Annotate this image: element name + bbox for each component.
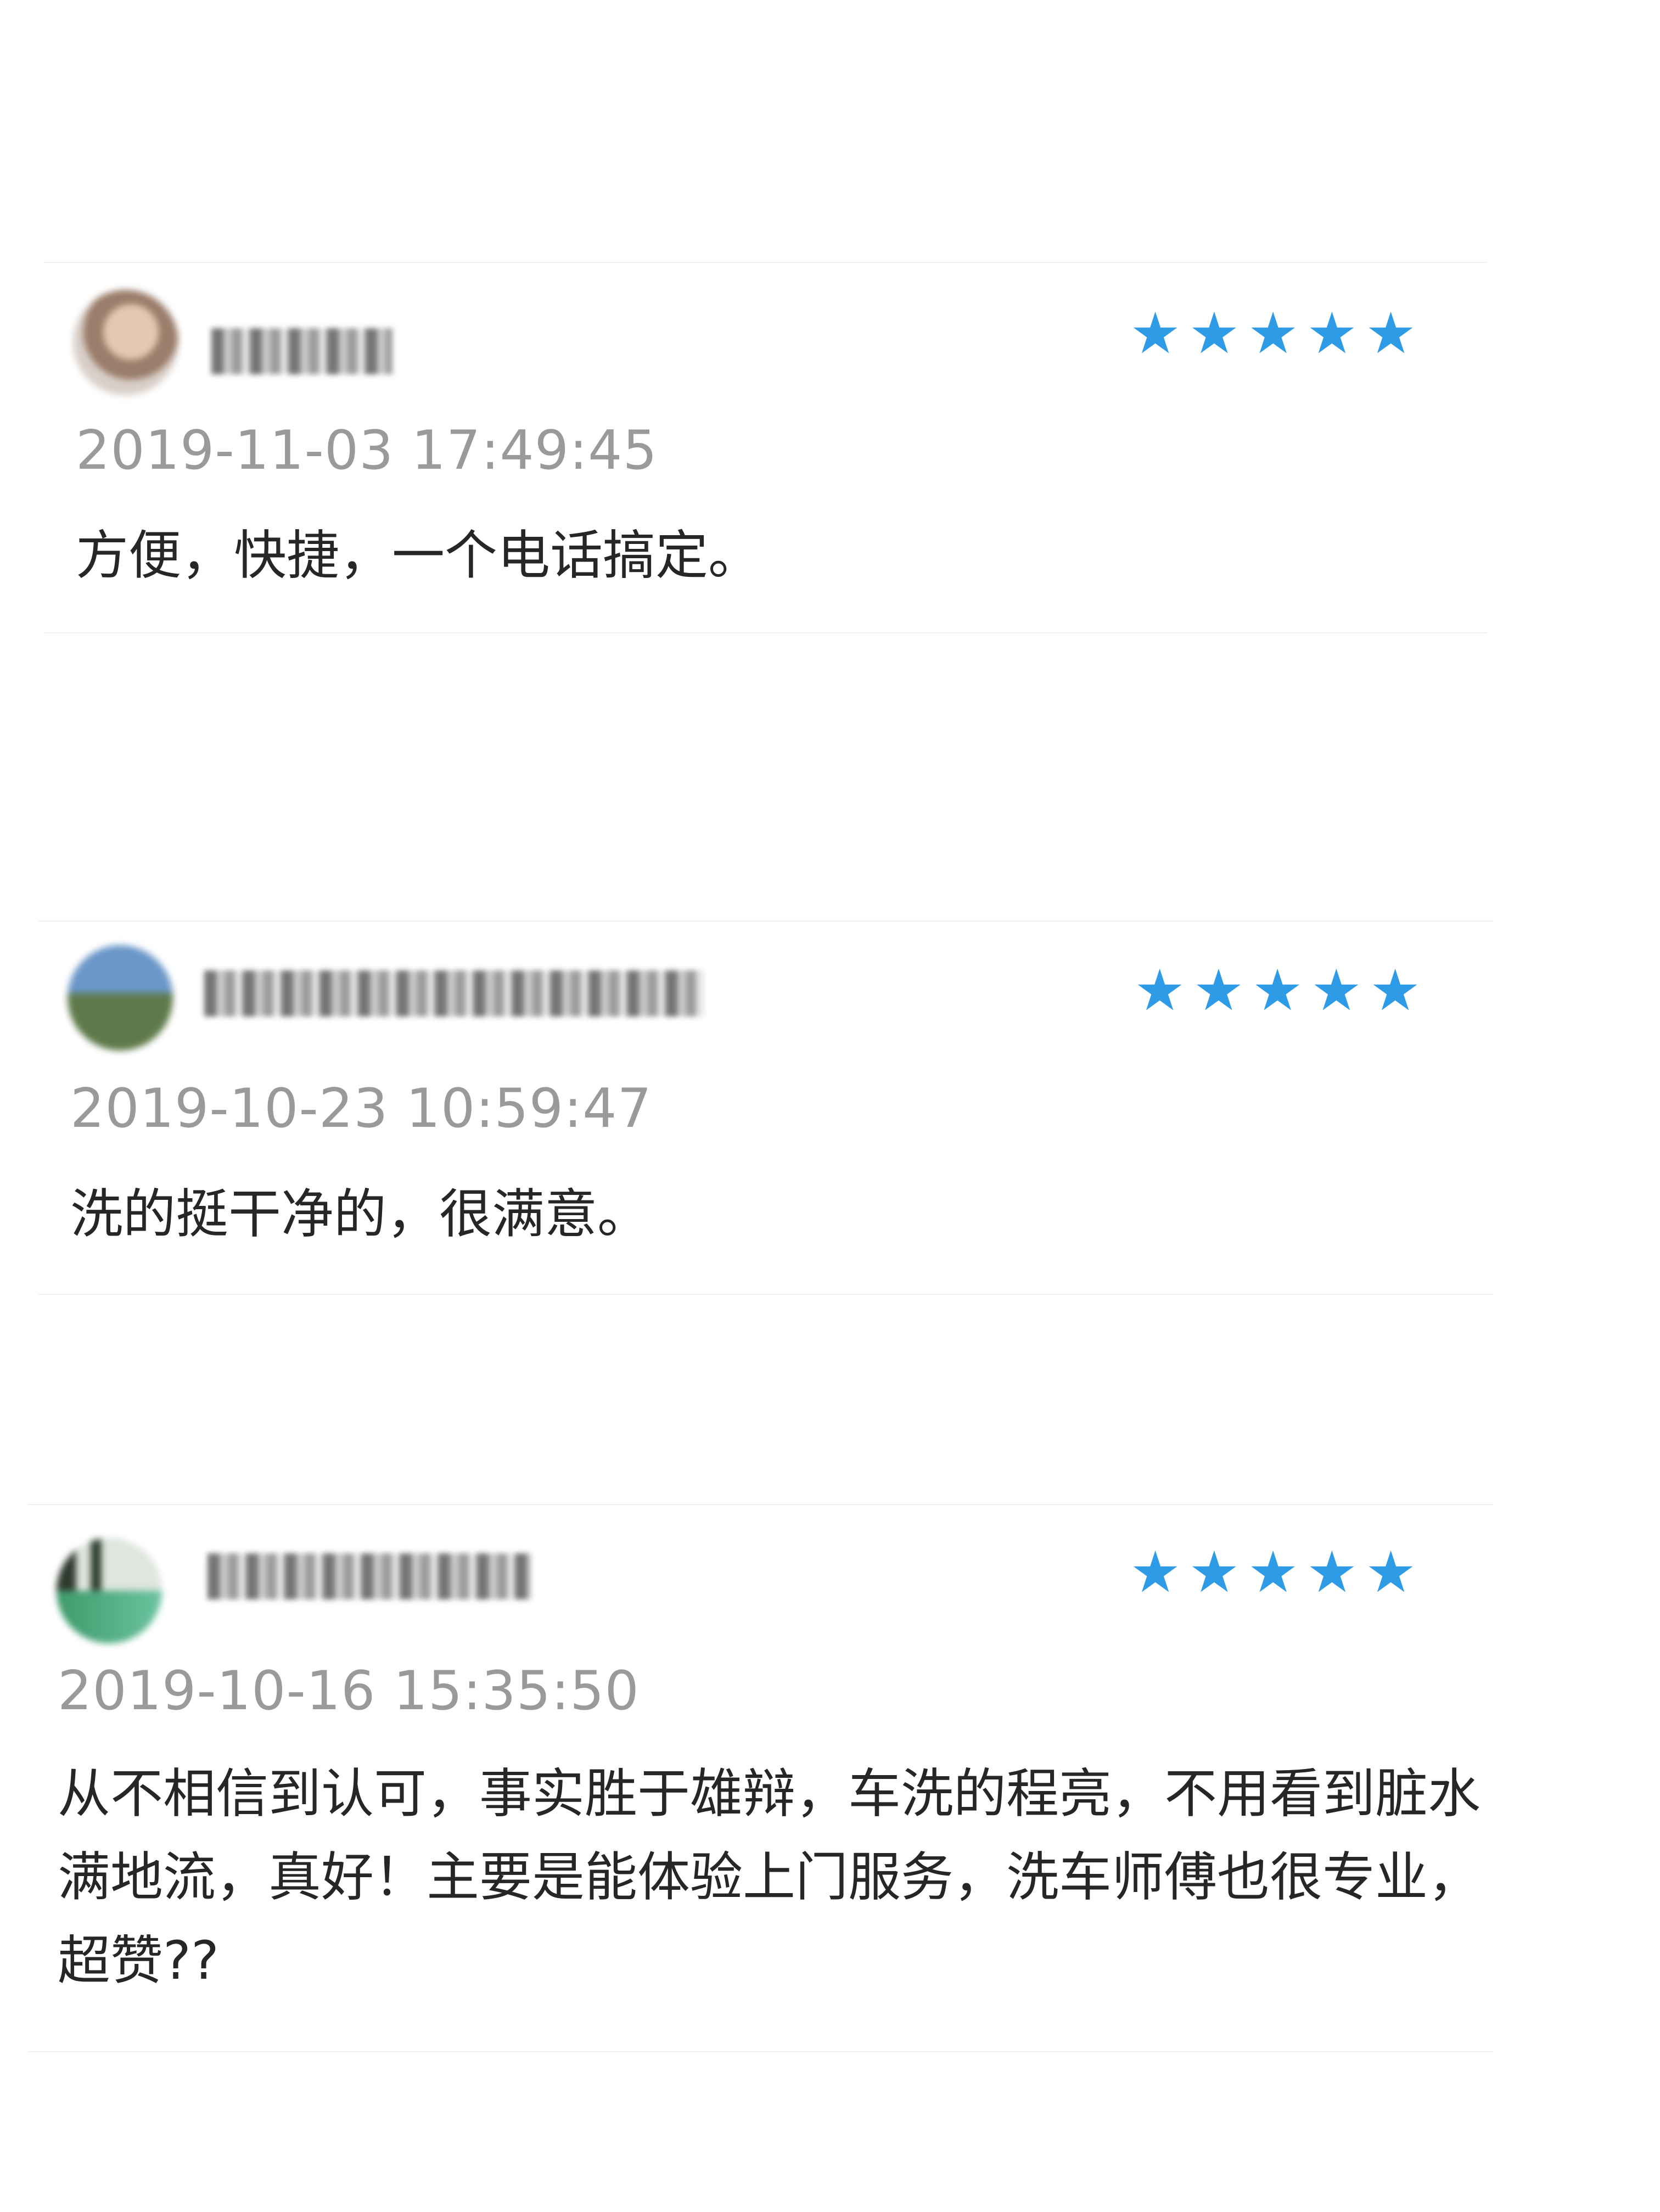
star-icon: ★ (1188, 1539, 1240, 1605)
star-rating: ★ ★ ★ ★ ★ (1130, 1543, 1416, 1601)
star-icon: ★ (1130, 1539, 1181, 1605)
star-icon: ★ (1365, 1539, 1417, 1605)
username-blurred (208, 1553, 531, 1599)
review-timestamp: 2019-10-16 15:35:50 (58, 1660, 640, 1722)
review-comment: 从不相信到认可，事实胜于雄辩，车洗的程亮，不用看到脏水满地流，真好！主要是能体验… (58, 1763, 1480, 1991)
review-item: ★ ★ ★ ★ ★ 2019-10-16 15:35:50 从不相信到认可，事实… (0, 0, 1493, 2053)
star-icon: ★ (1306, 1539, 1358, 1605)
avatar[interactable] (57, 1538, 162, 1643)
star-icon: ★ (1247, 1539, 1299, 1605)
